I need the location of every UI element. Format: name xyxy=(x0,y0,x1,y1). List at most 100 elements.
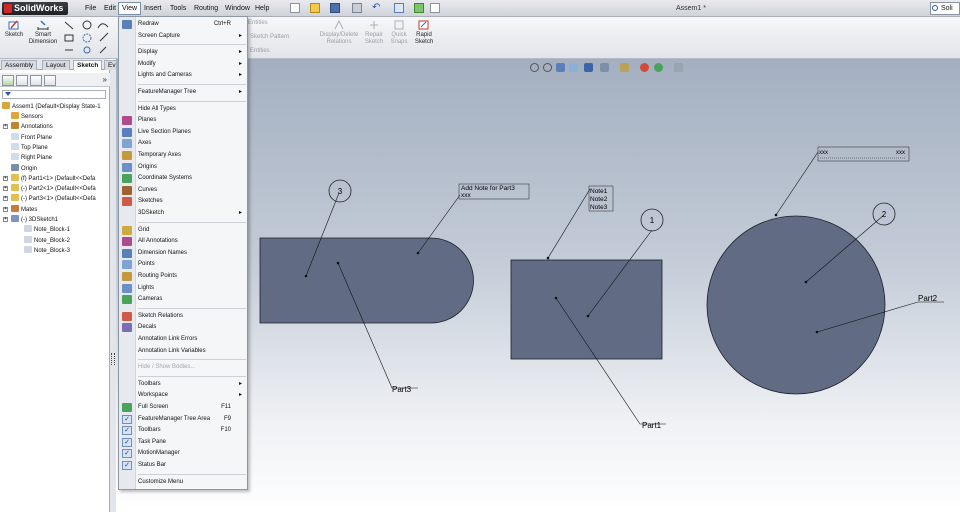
menu-item-annotation-link-variables[interactable]: Annotation Link Variables xyxy=(119,346,247,357)
menu-shortcut: F10 xyxy=(220,427,231,434)
menu-item-hide-all-types[interactable]: Hide All Types xyxy=(119,104,247,115)
menu-item-lights[interactable]: Lights xyxy=(119,283,247,294)
menu-item-origins[interactable]: Origins xyxy=(119,162,247,173)
balloon-1[interactable]: 1 xyxy=(640,208,664,232)
tree-item[interactable]: Note_Block-3 xyxy=(24,245,70,256)
featuremanager-tab-icon[interactable] xyxy=(2,75,14,86)
menu-item-toolbars[interactable]: ✓ Toolbars F10 xyxy=(119,425,247,436)
menu-item-label: Points xyxy=(138,261,155,268)
menu-item-display[interactable]: Display ▸ xyxy=(119,47,247,58)
menu-item-all-annotations[interactable]: All Annotations xyxy=(119,236,247,247)
menu-item-live-section-planes[interactable]: Live Section Planes xyxy=(119,127,247,138)
configurationmanager-tab-icon[interactable] xyxy=(30,75,42,86)
menu-item-workspace[interactable]: Workspace ▸ xyxy=(119,390,247,401)
menu-item-curves[interactable]: Curves xyxy=(119,185,247,196)
tree-item[interactable]: Mates xyxy=(11,204,37,215)
expand-toggle[interactable]: + xyxy=(3,206,8,212)
tree-item[interactable]: (f) Part1<1> (Default<<Defa xyxy=(11,173,96,184)
menu-item-label: Dimension Names xyxy=(138,249,188,256)
checkmark-icon: ✓ xyxy=(122,426,132,436)
tree-item-label: (f) Part1<1> (Default<<Defa xyxy=(21,175,96,182)
expand-toggle[interactable]: + xyxy=(3,186,8,192)
plane-icon xyxy=(11,153,19,161)
menu-item-featuremanager-tree[interactable]: FeatureManager Tree ▸ xyxy=(119,87,247,98)
menu-item-sketch-relations[interactable]: Sketch Relations xyxy=(119,311,247,322)
menu-item-3dsketch[interactable]: 3DSketch ▸ xyxy=(119,208,247,219)
panel-splitter[interactable] xyxy=(110,70,116,512)
menu-item-label: Full Screen xyxy=(138,404,169,410)
expand-toggle[interactable]: + xyxy=(3,217,8,222)
balloon-3[interactable]: 3 xyxy=(328,179,352,203)
menu-item-temporary-axes[interactable]: Temporary Axes xyxy=(119,150,247,161)
menu-separator xyxy=(138,100,246,102)
part3-note[interactable]: Add Note for Part3 xxx xyxy=(458,183,530,200)
propertymanager-tab-icon[interactable] xyxy=(16,75,28,86)
tree-item[interactable]: (-) Part3<1> (Default<<Defa xyxy=(11,194,96,204)
submenu-arrow-icon: ▸ xyxy=(238,60,242,67)
expand-toggle[interactable]: + xyxy=(3,124,8,130)
expand-toggle[interactable]: + xyxy=(3,196,8,202)
menu-item-full-screen[interactable]: Full Screen F11 xyxy=(119,402,247,413)
menu-item-label: Decals xyxy=(138,324,157,331)
menu-item-label: Lights xyxy=(138,284,155,291)
grid-icon xyxy=(122,225,132,235)
origins-icon xyxy=(122,162,132,172)
menu-item-customize-menu[interactable]: Customize Menu xyxy=(119,477,247,488)
menu-item-label: Cameras xyxy=(138,296,163,303)
sketch-icon xyxy=(11,215,19,222)
menu-item-grid[interactable]: Grid xyxy=(119,225,247,236)
tree-item[interactable]: Note_Block-1 xyxy=(24,225,70,235)
menu-item-task-pane[interactable]: ✓ Task Pane xyxy=(119,437,247,448)
note-icon xyxy=(24,225,32,233)
tree-item-label: Origin xyxy=(21,165,38,172)
tree-item[interactable]: Top Plane xyxy=(11,142,48,153)
label-part3[interactable]: Part3 xyxy=(392,385,412,394)
menu-item-cameras[interactable]: Cameras xyxy=(119,294,247,305)
tree-item[interactable]: (-) 3DSketch1 xyxy=(11,215,58,225)
planes-icon xyxy=(122,116,132,126)
menu-item-redraw[interactable]: Redraw Ctrl+R xyxy=(119,19,247,30)
tree-item[interactable]: Sensors xyxy=(11,112,43,122)
checkmark-icon: ✓ xyxy=(122,449,132,459)
menu-item-coordinate-systems[interactable]: Coordinate Systems xyxy=(119,173,247,184)
menu-item-axes[interactable]: Axes xyxy=(119,138,247,149)
part3-slot[interactable] xyxy=(259,237,474,324)
tree-item-label: Front Plane xyxy=(21,134,53,141)
tree-root-assembly[interactable]: Assem1 (Default<Display State-1 xyxy=(2,102,101,112)
menu-item-planes[interactable]: Planes xyxy=(119,115,247,126)
menu-item-status-bar[interactable]: ✓ Status Bar xyxy=(119,460,247,471)
expand-toggle[interactable]: + xyxy=(3,175,8,181)
menu-item-modify[interactable]: Modify ▸ xyxy=(119,59,247,70)
tree-item[interactable]: Note_Block-2 xyxy=(24,235,70,246)
menu-item-motionmanager[interactable]: ✓ MotionManager xyxy=(119,448,247,459)
tree-item[interactable]: (-) Part2<1> (Default<<Defa xyxy=(11,184,96,194)
menu-item-label: FeatureManager Tree xyxy=(138,89,197,95)
svg-text:xxx: xxx xyxy=(461,192,472,199)
panel-expand-icon[interactable]: » xyxy=(103,75,107,84)
tree-item[interactable]: Annotations xyxy=(11,122,53,132)
menu-item-toolbars[interactable]: Toolbars ▸ xyxy=(119,379,247,390)
menu-item-decals[interactable]: Decals xyxy=(119,322,247,333)
part2-circle[interactable] xyxy=(706,215,886,395)
tree-item[interactable]: Front Plane xyxy=(11,132,53,143)
checkmark-icon: ✓ xyxy=(122,437,132,447)
tree-item[interactable]: Right Plane xyxy=(11,153,52,163)
menu-item-routing-points[interactable]: Routing Points xyxy=(119,271,247,282)
tree-filter-input[interactable] xyxy=(2,90,106,99)
menu-item-label: Coordinate Systems xyxy=(138,175,193,182)
label-part1[interactable]: Part1 xyxy=(642,421,662,430)
menu-item-dimension-names[interactable]: Dimension Names xyxy=(119,248,247,259)
note-stack[interactable]: Note1 Note2 Note3 xyxy=(588,185,614,212)
balloon-2[interactable]: 2 xyxy=(872,202,896,226)
tree-item[interactable]: Origin xyxy=(11,163,38,174)
circle-note[interactable]: xxx xxx xyxy=(817,146,910,162)
menu-item-screen-capture[interactable]: Screen Capture ▸ xyxy=(119,31,247,42)
menu-item-points[interactable]: Points xyxy=(119,259,247,270)
dimxpert-tab-icon[interactable] xyxy=(44,75,56,86)
menu-item-featuremanager-tree-area[interactable]: ✓ FeatureManager Tree Area F9 xyxy=(119,414,247,425)
menu-item-lights-and-cameras[interactable]: Lights and Cameras ▸ xyxy=(119,70,247,81)
menu-item-label: Planes xyxy=(138,117,157,124)
label-part2[interactable]: Part2 xyxy=(918,294,938,303)
menu-item-sketches[interactable]: Sketches xyxy=(119,196,247,207)
menu-item-annotation-link-errors[interactable]: Annotation Link Errors xyxy=(119,334,247,345)
